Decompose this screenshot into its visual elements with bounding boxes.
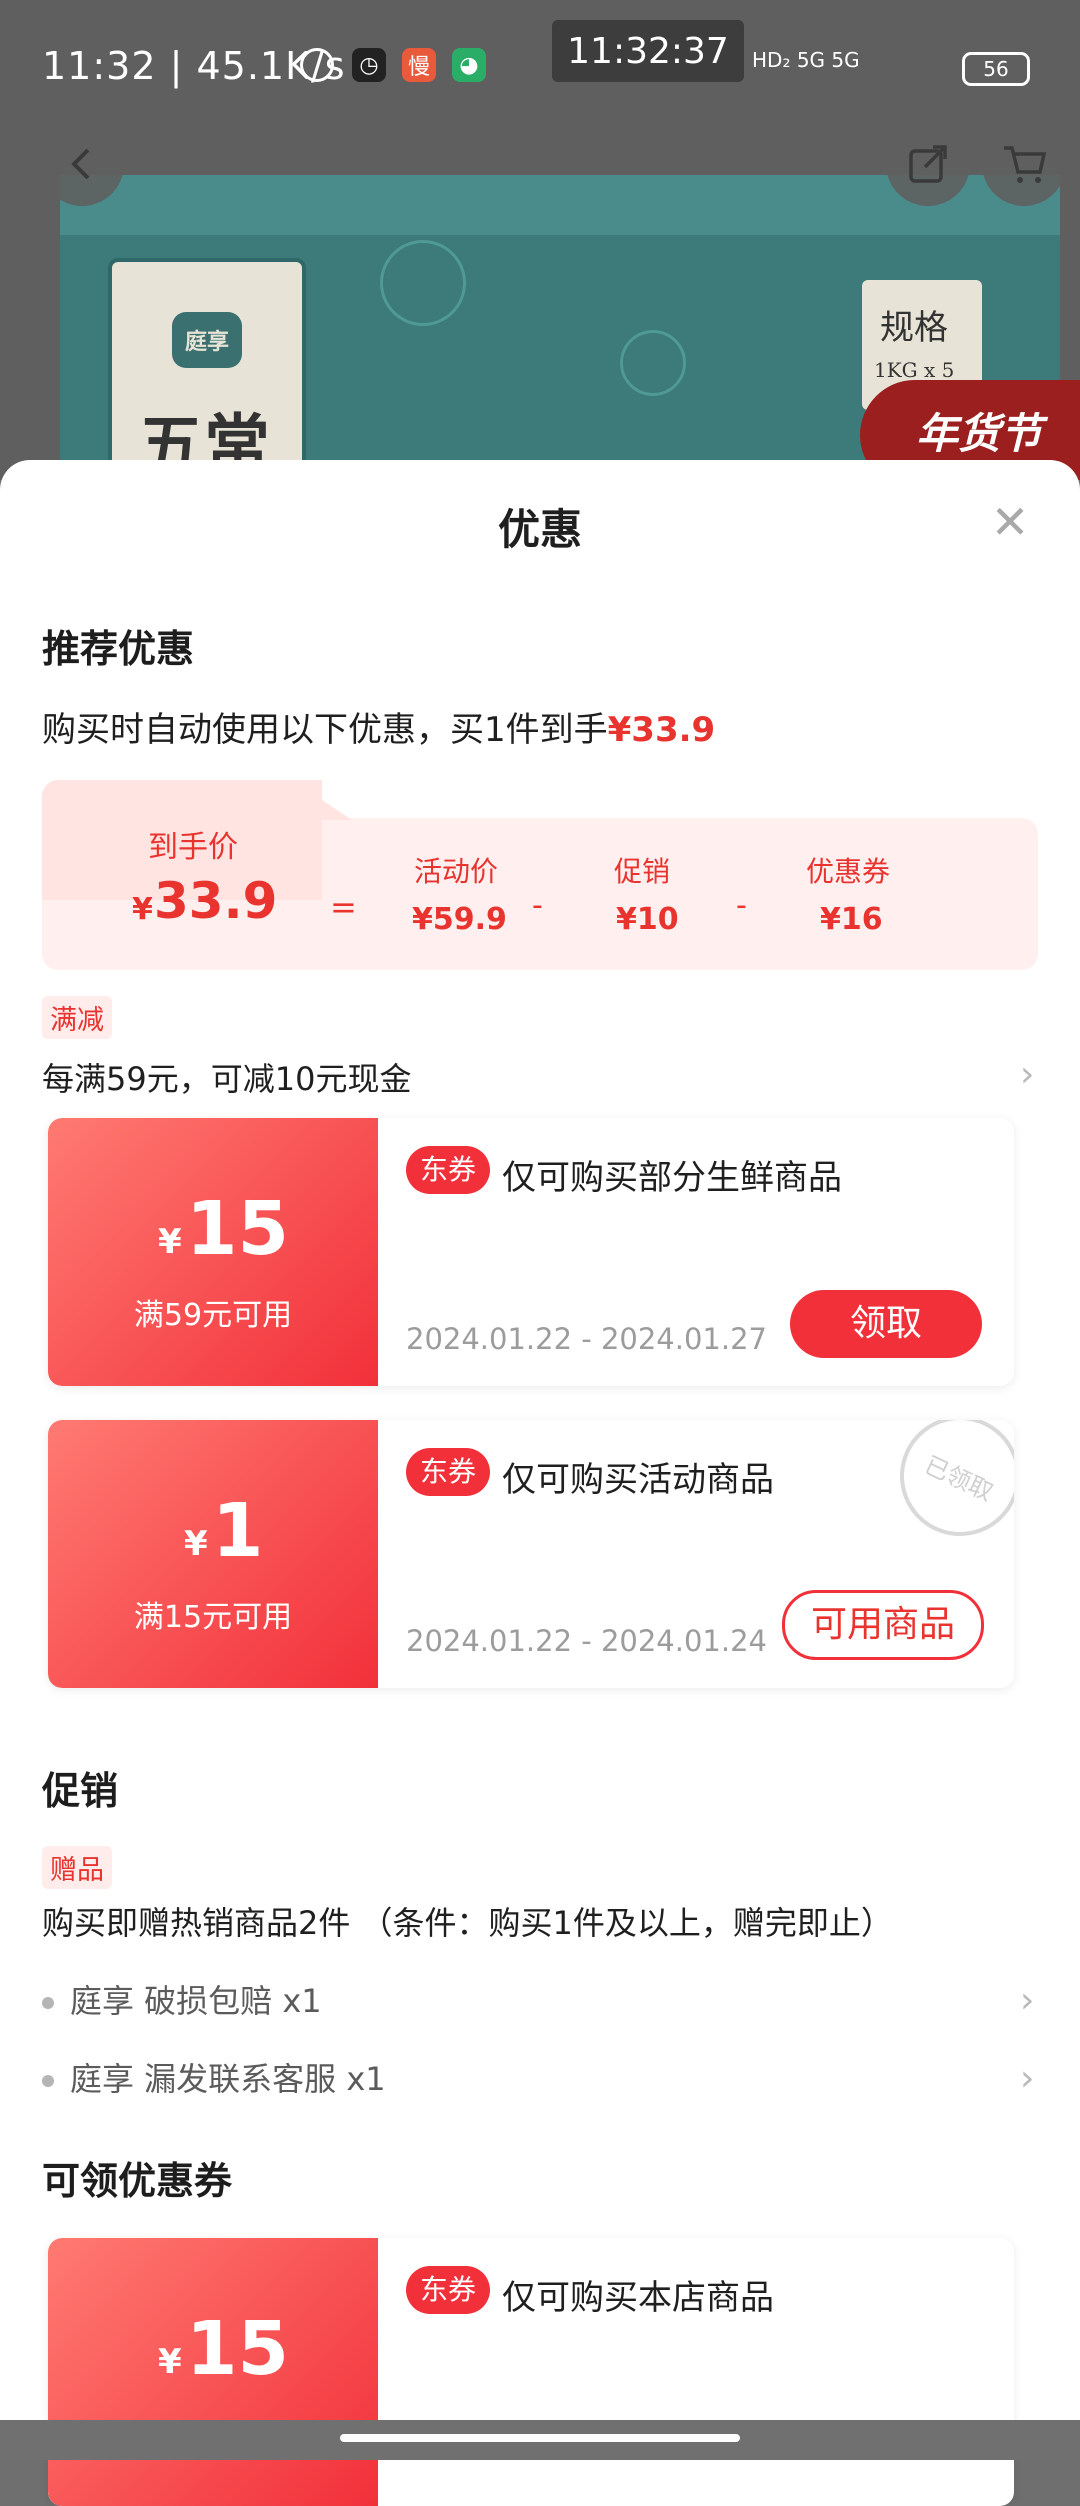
final-price-symbol: ¥	[132, 892, 153, 927]
eligible-products-button[interactable]: 可用商品	[782, 1590, 984, 1660]
back-arrow-icon	[71, 148, 90, 180]
network-indicator: HD₂ 5G 5G	[752, 48, 860, 72]
coupon-amount: 15	[186, 1186, 289, 1272]
coupon-card: ¥ 15 满59元可用 东券 仅可购买部分生鲜商品 2024.01.22 - 2…	[48, 1118, 1014, 1386]
coupon-card: ¥ 15 东券 仅可购买本店商品	[48, 2238, 1014, 2506]
promo-label: 促销	[614, 855, 671, 888]
panel-notch	[292, 780, 352, 820]
close-icon: ✕	[990, 495, 1030, 549]
coupon-symbol: ¥	[158, 1222, 182, 1262]
coupon-desc: 仅可购买部分生鲜商品	[502, 1158, 842, 1198]
spec-sub: 1KG x 5	[874, 358, 955, 382]
festival-text: 年货节	[916, 409, 1043, 458]
recommend-desc-text: 购买时自动使用以下优惠，买1件到手	[42, 710, 608, 750]
recommend-desc: 购买时自动使用以下优惠，买1件到手¥33.9	[42, 702, 715, 751]
status-bar: 11:32 | 45.1K/s ◷ 慢 ◕ 11:32:37 HD₂ 5G 5G…	[0, 0, 1080, 140]
coupon-symbol: ¥	[184, 1524, 208, 1564]
full-reduce-tag: 满减	[42, 996, 112, 1039]
recommend-desc-price: ¥33.9	[607, 710, 716, 750]
coupon-amount: 1	[212, 1488, 264, 1574]
coupon-amount: 15	[186, 2306, 289, 2392]
promo-value: ¥10	[616, 902, 679, 937]
claimable-title: 可领优惠券	[42, 2159, 233, 2203]
recommend-title: 推荐优惠	[42, 627, 195, 671]
coupon-condition: 满15元可用	[133, 1600, 293, 1635]
activity-price-label: 活动价	[414, 855, 499, 888]
gift-item-label: 庭享 漏发联系客服 x1	[70, 2060, 386, 2098]
activity-price-value: ¥59.9	[412, 902, 507, 937]
decoration	[620, 330, 686, 396]
gift-item-label: 庭享 破损包赔 x1	[70, 1982, 322, 2020]
coupon-badge: 东券	[406, 1448, 491, 1496]
bullet	[42, 2075, 54, 2087]
coupon-badge: 东券	[406, 2266, 491, 2314]
coupon-amount-panel: ¥ 1 满15元可用	[48, 1420, 378, 1688]
gift-item[interactable]: 庭享 漏发联系客服 x1	[42, 2054, 386, 2100]
alarm-icon	[300, 48, 334, 82]
gift-text: 购买即赠热销商品2件 （条件：购买1件及以上，赠完即止）	[42, 1904, 893, 1942]
product-label: 庭享 五常	[108, 258, 306, 480]
coupon-date: 2024.01.22 - 2024.01.27	[406, 1322, 767, 1356]
coupon-condition: 满59元可用	[133, 1298, 293, 1333]
claimed-stamp: 已领取	[880, 1420, 1014, 1556]
sheet-title: 优惠	[497, 505, 582, 554]
equals-sign: =	[330, 888, 357, 926]
final-price-label: 到手价	[148, 830, 238, 865]
home-indicator[interactable]	[340, 2434, 740, 2442]
floating-clock: 11:32:37	[552, 20, 744, 82]
battery-indicator: 56	[962, 52, 1030, 86]
promotion-title: 促销	[42, 1769, 119, 1813]
coupon-symbol: ¥	[158, 2342, 182, 2382]
full-reduce-text: 每满59元，可减10元现金	[42, 1060, 412, 1098]
wechat-icon: ◕	[452, 48, 486, 82]
bullet	[42, 1997, 54, 2009]
coupon-desc: 仅可购买活动商品	[502, 1460, 774, 1500]
coupon-amount-panel: ¥ 15 满59元可用	[48, 1118, 378, 1386]
brand-logo: 庭享	[172, 312, 242, 368]
gift-item[interactable]: 庭享 破损包赔 x1	[42, 1976, 322, 2022]
decoration	[380, 240, 466, 326]
discount-sheet: 优惠 ✕ 推荐优惠 购买时自动使用以下优惠，买1件到手¥33.9 到手价 ¥ 3…	[0, 460, 1080, 2506]
price-breakdown: 到手价 ¥ 33.9 = 活动价 ¥59.9 - 促销 ¥10 - 优惠券 ¥1…	[42, 780, 1038, 970]
coupon-amount-panel: ¥ 15	[48, 2238, 378, 2506]
coupon-date: 2024.01.22 - 2024.01.24	[406, 1624, 767, 1658]
minus-sign: -	[736, 888, 747, 923]
gift-tag: 赠品	[42, 1846, 112, 1889]
chevron-right-icon[interactable]: ›	[1020, 2058, 1034, 2099]
coupon-card: ¥ 1 满15元可用 已领取 东券 仅可购买活动商品 2024.01.22 - …	[48, 1420, 1014, 1688]
chevron-right-icon[interactable]: ›	[1020, 1980, 1034, 2021]
close-button[interactable]: ✕	[988, 499, 1032, 545]
final-price-value: 33.9	[154, 872, 278, 930]
chevron-right-icon[interactable]: ›	[1020, 1054, 1034, 1095]
minus-sign: -	[532, 888, 543, 923]
cart-icon	[1004, 146, 1047, 183]
app-notification-icon: 慢	[402, 48, 436, 82]
coupon-label: 优惠券	[806, 855, 891, 888]
coupon-value: ¥16	[820, 902, 883, 937]
coupon-badge: 东券	[406, 1146, 491, 1194]
claim-button[interactable]: 领取	[790, 1290, 982, 1358]
share-icon	[909, 145, 947, 183]
spec-title: 规格	[880, 308, 948, 348]
clock-app-icon: ◷	[352, 48, 386, 82]
coupon-desc: 仅可购买本店商品	[502, 2278, 774, 2318]
